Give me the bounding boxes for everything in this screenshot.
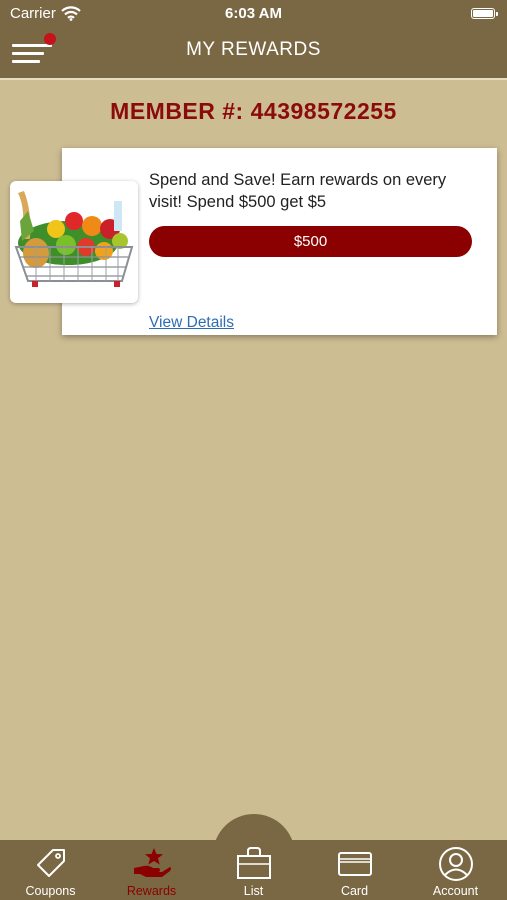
- reward-amount-button[interactable]: $500: [149, 226, 472, 257]
- card-icon: [337, 852, 372, 876]
- reward-description: Spend and Save! Earn rewards on every vi…: [149, 171, 447, 211]
- grocery-basket-image: [10, 181, 138, 303]
- member-number: MEMBER #: 44398572255: [110, 98, 397, 124]
- status-bar: Carrier 6:03 AM: [0, 0, 507, 28]
- tab-coupons[interactable]: Coupons: [0, 840, 101, 900]
- tab-rewards-label: Rewards: [126, 884, 177, 898]
- shopping-bag-icon: [236, 847, 271, 879]
- header-divider: [0, 78, 507, 80]
- clock: 6:03 AM: [225, 5, 282, 22]
- header-bar: MY REWARDS: [0, 28, 507, 78]
- hand-star-icon: [133, 848, 171, 877]
- tab-list-label: List: [243, 884, 264, 898]
- tab-card[interactable]: Card: [304, 840, 405, 900]
- user-circle-icon: [438, 847, 473, 881]
- view-details-link[interactable]: View Details: [149, 314, 234, 332]
- tab-coupons-label: Coupons: [25, 884, 76, 898]
- page-title: MY REWARDS: [186, 39, 321, 60]
- tab-rewards[interactable]: Rewards: [101, 840, 202, 900]
- tab-list[interactable]: List: [203, 840, 304, 900]
- tab-card-label: Card: [340, 884, 369, 898]
- tag-icon: [36, 849, 65, 877]
- tab-account[interactable]: Account: [405, 840, 506, 900]
- tab-bar: Coupons Rewards List Card Account: [0, 814, 507, 900]
- battery-icon: [471, 8, 498, 19]
- tab-account-label: Account: [432, 884, 479, 898]
